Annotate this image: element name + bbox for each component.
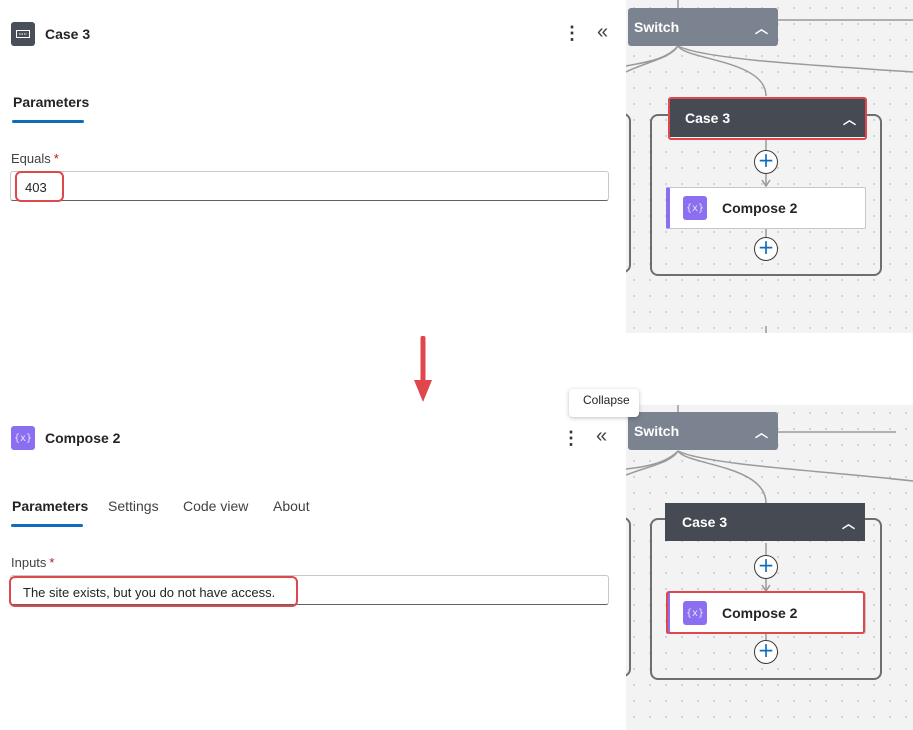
switch-node[interactable]: Switch ︿ (628, 412, 778, 450)
value-highlight (9, 576, 298, 607)
case-node-label: Case 3 (682, 514, 728, 530)
inputs-label: Inputs * (11, 555, 55, 570)
tab-code-view[interactable]: Code view (183, 498, 248, 514)
more-options-icon[interactable]: ⋮ (563, 24, 581, 42)
equals-label: Equals * (11, 151, 59, 166)
case-node[interactable]: Case 3 ︿ (665, 503, 865, 541)
transition-arrow-icon (414, 336, 432, 402)
more-options-icon[interactable]: ⋮ (562, 429, 580, 447)
add-action-icon[interactable]: + (754, 237, 778, 261)
compose-icon: {x} (11, 426, 35, 450)
switch-node[interactable]: Switch ︿ (628, 8, 778, 46)
tab-parameters[interactable]: Parameters (12, 498, 88, 514)
screenshot-composite: Case 3 ⋮ « Parameters Equals * 403 Switch… (0, 0, 913, 730)
chevron-up-icon[interactable]: ︿ (755, 18, 768, 37)
chevron-up-icon[interactable]: ︿ (842, 513, 855, 532)
panel-title: Compose 2 (45, 430, 121, 446)
case-properties-panel: Case 3 ⋮ « Parameters Equals * 403 (0, 0, 626, 333)
tab-parameters[interactable]: Parameters (13, 94, 89, 110)
chevron-up-icon[interactable]: ︿ (755, 422, 768, 441)
switch-label: Switch (634, 19, 680, 35)
flow-canvas-top: Switch ︿ Case 3 ︿ + {x} Compose 2 + (626, 0, 913, 333)
add-action-icon[interactable]: + (754, 640, 778, 664)
sibling-case-box (626, 517, 631, 677)
switch-label: Switch (634, 423, 680, 439)
compose-node-label: Compose 2 (722, 200, 798, 216)
compose-node[interactable]: {x} Compose 2 (666, 187, 866, 229)
sibling-case-box (626, 113, 631, 273)
compose-node-highlight (666, 591, 865, 634)
value-highlight (15, 171, 64, 202)
panel-title: Case 3 (45, 26, 91, 42)
active-tab-indicator (12, 120, 84, 123)
compose-properties-panel: {x} Compose 2 ⋮ « Parameters Settings Co… (0, 405, 626, 730)
add-action-icon[interactable]: + (754, 150, 778, 174)
tab-about[interactable]: About (273, 498, 310, 514)
tab-settings[interactable]: Settings (108, 498, 159, 514)
active-tab-indicator (11, 524, 83, 527)
panel-header: Case 3 (11, 22, 90, 46)
flow-canvas-bottom: Switch ︿ Case 3 ︿ + {x} Compose 2 + (626, 405, 913, 730)
collapse-tooltip: Collapse (569, 389, 639, 417)
collapse-panel-icon[interactable]: « (596, 426, 607, 446)
switch-case-icon (11, 22, 35, 46)
compose-icon: {x} (683, 196, 707, 220)
tooltip-text: Collapse (583, 393, 630, 407)
add-action-icon[interactable]: + (754, 555, 778, 579)
case-node-highlight (668, 97, 867, 140)
collapse-panel-icon[interactable]: « (597, 22, 608, 42)
equals-field[interactable] (10, 171, 609, 201)
panel-header: {x} Compose 2 (11, 426, 120, 450)
